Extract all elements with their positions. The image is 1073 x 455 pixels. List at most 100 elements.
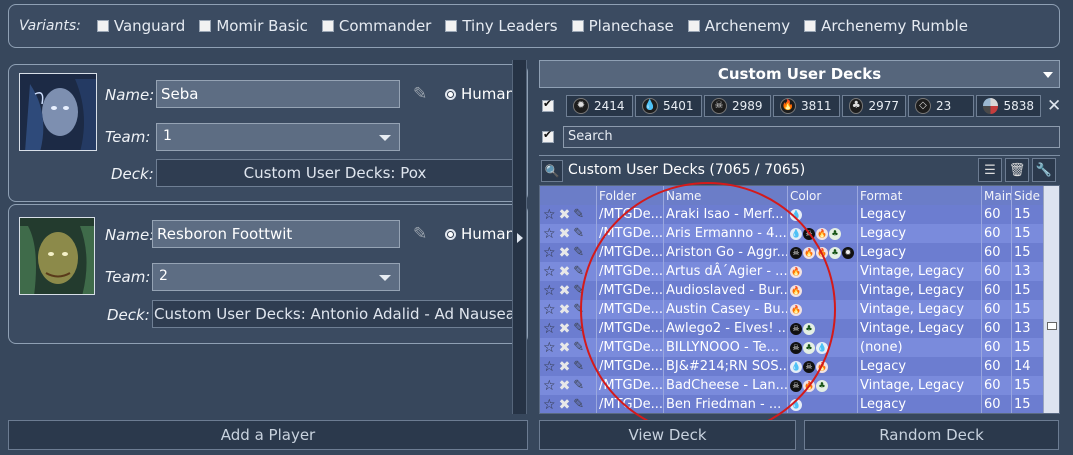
variant-checkbox[interactable]: [804, 20, 817, 32]
table-row[interactable]: ☆ ✖ ✎/MTGDe... BJ&#214;RN SOS... 💧 ☠ 🔥 Legacy 60…: [540, 357, 1044, 376]
star-icon[interactable]: ☆: [543, 397, 556, 413]
variant-checkbox[interactable]: [96, 20, 109, 32]
pencil-icon[interactable]: ✎: [573, 302, 584, 317]
player-name-input[interactable]: Seba: [156, 80, 400, 108]
table-row[interactable]: ☆ ✖ ✎/MTGDe... Awlego2 - Elves! ... ☠ ♣ Vintag…: [540, 319, 1044, 338]
pencil-icon[interactable]: ✎: [573, 264, 584, 279]
delete-icon[interactable]: ✖: [559, 397, 571, 413]
table-row[interactable]: ☆ ✖ ✎/MTGDe... Ben Friedman - ... 💧 Legacy 60 1…: [540, 395, 1044, 413]
pencil-icon[interactable]: ✎: [573, 321, 584, 336]
delete-icon[interactable]: ✖: [559, 283, 571, 299]
variant-archenemy[interactable]: Archenemy: [687, 17, 790, 35]
delete-icon[interactable]: ✖: [559, 207, 571, 223]
trash-icon[interactable]: 🗑: [1005, 158, 1029, 182]
delete-icon[interactable]: ✖: [559, 264, 571, 280]
filter-black[interactable]: ☠ 2989: [704, 95, 771, 117]
variant-tiny-leaders[interactable]: Tiny Leaders: [445, 17, 558, 35]
filter-red[interactable]: 🔥 3811: [773, 95, 840, 117]
pencil-icon[interactable]: ✎: [573, 378, 584, 393]
scrollbar-thumb[interactable]: [1047, 322, 1057, 330]
scrollbar[interactable]: [1043, 186, 1059, 413]
star-icon[interactable]: ☆: [543, 302, 556, 318]
filter-white[interactable]: ✹ 2414: [566, 95, 633, 117]
variant-planechase[interactable]: Planechase: [571, 17, 674, 35]
pencil-icon[interactable]: ✎: [573, 397, 584, 412]
pencil-icon[interactable]: ✎: [573, 359, 584, 374]
variant-checkbox[interactable]: [571, 20, 584, 32]
pencil-icon[interactable]: ✎: [573, 226, 584, 241]
table-row[interactable]: ☆ ✖ ✎/MTGDe... Artus dÂ´Agier - ... 🔥 Vintage…: [540, 262, 1044, 281]
variant-checkbox[interactable]: [445, 20, 458, 32]
collapse-arrow-icon[interactable]: [517, 233, 523, 243]
variant-momir-basic[interactable]: Momir Basic: [199, 17, 308, 35]
star-icon[interactable]: ☆: [543, 340, 556, 356]
variant-commander[interactable]: Commander: [321, 17, 431, 35]
filter-blue[interactable]: 💧 5401: [635, 95, 702, 117]
human-radio[interactable]: [445, 229, 456, 240]
delete-icon[interactable]: ✖: [559, 359, 571, 375]
table-row[interactable]: ☆ ✖ ✎/MTGDe... Audioslaved - Bur... 🔥 Vintage…: [540, 281, 1044, 300]
table-row[interactable]: ☆ ✖ ✎/MTGDe... BadCheese - Lan... ☠ 🔥 ♣ Vintage…: [540, 376, 1044, 395]
panel-divider[interactable]: [512, 60, 527, 414]
delete-icon[interactable]: ✖: [559, 226, 571, 242]
team-select[interactable]: 1: [156, 123, 400, 151]
variant-vanguard[interactable]: Vanguard: [96, 17, 185, 35]
star-icon[interactable]: ☆: [543, 245, 556, 261]
table-row[interactable]: ☆ ✖ ✎/MTGDe... Araki Isao - Merf... 💧 Legacy 6…: [540, 205, 1044, 224]
deck-type-dropdown[interactable]: Custom User Decks: [539, 60, 1060, 88]
random-deck-button[interactable]: Random Deck: [804, 420, 1059, 450]
wrench-icon[interactable]: 🔧: [1032, 158, 1056, 182]
search-icon[interactable]: 🔍: [541, 160, 563, 182]
star-icon[interactable]: ☆: [543, 264, 556, 280]
pencil-icon[interactable]: ✎: [573, 283, 584, 298]
variant-archenemy-rumble[interactable]: Archenemy Rumble: [804, 17, 968, 35]
delete-icon[interactable]: ✖: [559, 378, 571, 394]
view-deck-button[interactable]: View Deck: [539, 420, 796, 450]
variant-checkbox[interactable]: [687, 20, 700, 32]
filter-multicolor[interactable]: 5838: [976, 95, 1041, 117]
header-side[interactable]: Side: [1012, 186, 1044, 205]
star-icon[interactable]: ☆: [543, 226, 556, 242]
pencil-icon[interactable]: ✎: [573, 245, 584, 260]
star-icon[interactable]: ☆: [543, 359, 556, 375]
star-icon[interactable]: ☆: [543, 378, 556, 394]
player-avatar[interactable]: [19, 73, 97, 151]
close-icon[interactable]: ✕: [1047, 96, 1061, 116]
delete-icon[interactable]: ✖: [559, 321, 571, 337]
filter-colorless[interactable]: ◇ 23: [908, 95, 974, 117]
list-view-icon[interactable]: ☰: [978, 158, 1002, 182]
table-row[interactable]: ☆ ✖ ✎/MTGDe... BILLYNOOO - Te... ☠ ♣ 💧 (none) 60…: [540, 338, 1044, 357]
table-row[interactable]: ☆ ✖ ✎/MTGDe... Ariston Go - Aggr... ☠ 🔥 🔥 ♣ ✹ Leg…: [540, 243, 1044, 262]
pencil-icon[interactable]: ✎: [573, 207, 584, 222]
variant-checkbox[interactable]: [321, 20, 334, 32]
header-main[interactable]: Main: [982, 186, 1012, 205]
variant-checkbox[interactable]: [199, 20, 212, 32]
cell-color: 🔥: [788, 262, 858, 281]
star-icon[interactable]: ☆: [543, 207, 556, 223]
header-format[interactable]: Format: [858, 186, 982, 205]
delete-icon[interactable]: ✖: [559, 245, 571, 261]
human-radio[interactable]: [445, 89, 456, 100]
deck-selector[interactable]: Custom User Decks: Antonio Adalid - Ad N…: [152, 300, 514, 328]
filter-green[interactable]: ♣ 2977: [842, 95, 906, 117]
header-name[interactable]: Name: [664, 186, 788, 205]
star-icon[interactable]: ☆: [543, 283, 556, 299]
header-folder[interactable]: Folder: [597, 186, 664, 205]
search-toggle[interactable]: [542, 128, 554, 143]
team-select[interactable]: 2: [152, 263, 400, 291]
search-input[interactable]: Search: [563, 126, 1060, 148]
header-color[interactable]: Color: [788, 186, 858, 205]
add-player-button[interactable]: Add a Player: [8, 420, 528, 450]
player-avatar[interactable]: [19, 217, 95, 295]
color-filter-toggle[interactable]: [542, 97, 554, 112]
table-row[interactable]: ☆ ✖ ✎/MTGDe... Austin Casey - Bu... 🔥 Vintage…: [540, 300, 1044, 319]
deck-selector[interactable]: Custom User Decks: Pox: [156, 159, 514, 187]
pencil-icon[interactable]: ✎: [573, 340, 584, 355]
delete-icon[interactable]: ✖: [559, 340, 571, 356]
table-row[interactable]: ☆ ✖ ✎/MTGDe... Aris Ermanno - 4... 💧 ☠ 🔥 ♣ Legac…: [540, 224, 1044, 243]
delete-icon[interactable]: ✖: [559, 302, 571, 318]
player-name-input[interactable]: Resboron Foottwit: [152, 220, 400, 248]
pencil-icon[interactable]: ✎: [413, 224, 427, 244]
pencil-icon[interactable]: ✎: [413, 84, 427, 104]
star-icon[interactable]: ☆: [543, 321, 556, 337]
